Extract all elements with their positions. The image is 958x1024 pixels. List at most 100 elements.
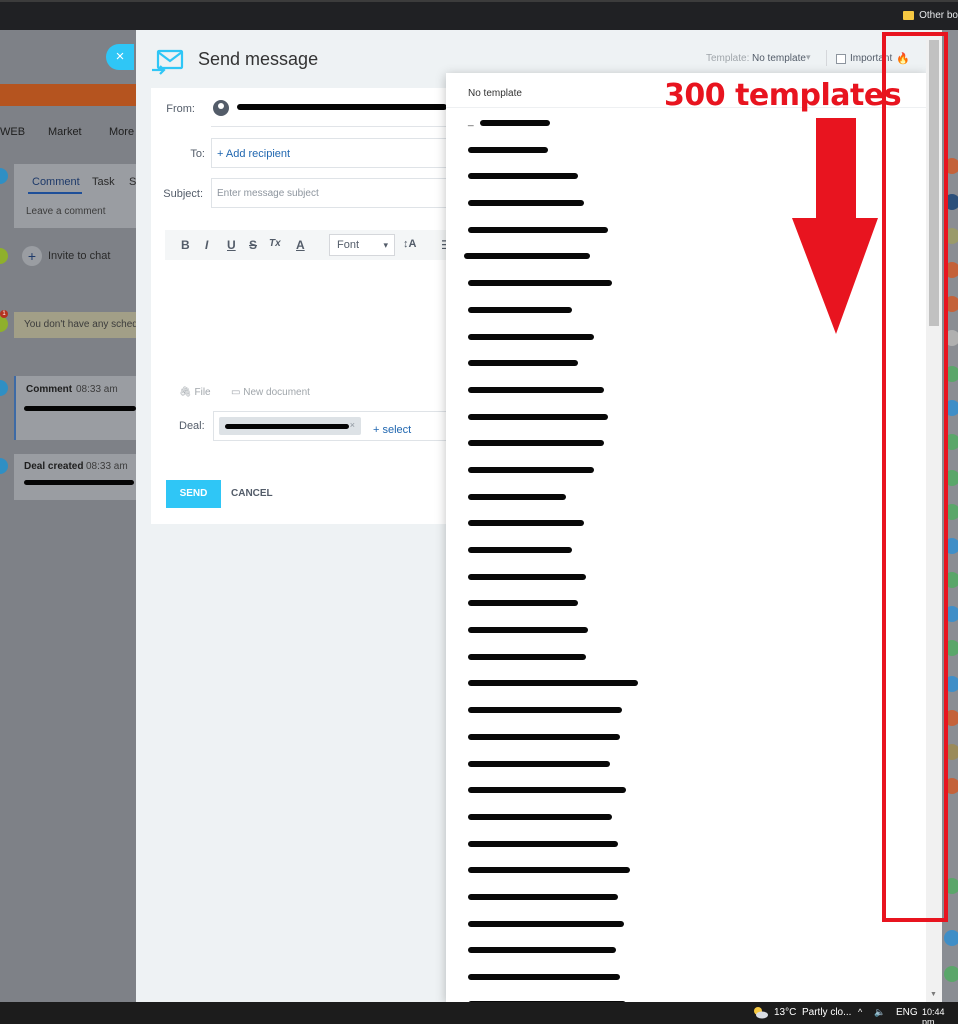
send-button[interactable]: SEND	[166, 480, 221, 508]
deal-label: Deal:	[179, 420, 205, 432]
redacted-template-name	[468, 333, 594, 340]
browser-divider	[0, 0, 958, 2]
template-option[interactable]	[446, 643, 926, 670]
redacted-template-name	[468, 306, 572, 313]
template-option[interactable]	[446, 509, 926, 536]
timeline-dot	[0, 248, 8, 264]
template-option[interactable]	[446, 963, 926, 990]
tab-task[interactable]: Task	[92, 176, 115, 188]
redacted-template-name	[464, 253, 590, 260]
nav-item-more[interactable]: More	[109, 126, 134, 138]
chevron-down-icon[interactable]: ▾	[806, 52, 811, 63]
redacted-template-name	[468, 627, 588, 634]
timeline-dot	[0, 168, 8, 184]
template-option[interactable]	[446, 429, 926, 456]
redacted-template-name	[468, 200, 584, 207]
template-option[interactable]	[446, 483, 926, 510]
remove-deal-icon[interactable]: ×	[350, 420, 355, 430]
redacted-sender[interactable]	[237, 104, 447, 110]
redacted-template-name	[468, 493, 566, 500]
send-mail-icon	[152, 49, 184, 75]
font-size-button[interactable]: ↕A	[403, 238, 416, 250]
strikethrough-button[interactable]: S	[249, 238, 257, 252]
underline-button[interactable]: U	[227, 238, 236, 252]
template-option[interactable]	[446, 776, 926, 803]
volume-icon[interactable]: 🔈	[874, 1007, 885, 1018]
template-option[interactable]	[446, 856, 926, 883]
template-option[interactable]	[446, 563, 926, 590]
avatar	[944, 930, 958, 946]
template-option-none[interactable]: No template	[468, 88, 522, 99]
template-option[interactable]	[446, 990, 926, 1002]
weather-text[interactable]: Partly clo...	[802, 1007, 851, 1018]
template-option[interactable]	[446, 803, 926, 830]
tray-chevron-icon[interactable]: ^	[858, 1007, 862, 1017]
comment-title: Comment	[26, 384, 73, 395]
template-option[interactable]	[446, 456, 926, 483]
new-document-label: New document	[243, 387, 310, 398]
deal-created-title: Deal created	[24, 461, 84, 472]
redacted-template-name	[468, 813, 612, 820]
template-option[interactable]	[446, 750, 926, 777]
important-checkbox[interactable]	[836, 53, 846, 64]
new-document-button[interactable]: ▭ New document	[231, 387, 310, 398]
background-tabs-card: Comment Task S Leave a comment	[14, 164, 136, 228]
leave-comment-input[interactable]: Leave a comment	[26, 206, 106, 217]
bookmark-other[interactable]: Other bo	[903, 6, 958, 24]
annotation-down-arrow-icon	[792, 118, 878, 334]
tab-comment[interactable]: Comment	[32, 176, 80, 188]
redacted-template-name	[468, 440, 604, 447]
template-option[interactable]	[446, 910, 926, 937]
template-option[interactable]	[446, 883, 926, 910]
bookmark-label: Other bo	[919, 9, 958, 21]
redacted-template-name	[468, 413, 608, 420]
template-option[interactable]	[446, 696, 926, 723]
nav-item-web[interactable]: WEB	[0, 126, 25, 138]
comment-time: 08:33 am	[76, 384, 118, 395]
timeline-dot	[0, 380, 8, 396]
nav-item-market[interactable]: Market	[48, 126, 82, 138]
redaction	[24, 480, 134, 485]
redacted-template-name	[468, 760, 610, 767]
redacted-template-name	[468, 974, 620, 980]
redacted-template-name	[468, 386, 604, 393]
select-deal-link[interactable]: + select	[373, 424, 411, 436]
redacted-template-name	[468, 146, 548, 153]
attach-file-button[interactable]: 🖇 File	[179, 387, 211, 398]
italic-button[interactable]: I	[205, 238, 208, 252]
redacted-template-name	[480, 120, 550, 126]
template-option[interactable]	[446, 723, 926, 750]
slider-title: Send message	[198, 49, 319, 69]
chevron-down-icon: ▾	[383, 240, 388, 250]
template-option[interactable]	[446, 616, 926, 643]
redacted-template-name	[468, 466, 594, 473]
background-left-panel: WEB Market More Comment Task S Leave a c…	[0, 30, 136, 1002]
close-slider-button[interactable]: ×	[106, 44, 134, 70]
font-select[interactable]: Font ▾	[329, 234, 395, 256]
template-option[interactable]	[446, 403, 926, 430]
clear-format-button[interactable]: Tx	[269, 238, 281, 249]
template-option[interactable]	[446, 376, 926, 403]
template-option[interactable]	[446, 589, 926, 616]
avatar	[944, 966, 958, 982]
invite-label: Invite to chat	[48, 250, 111, 262]
template-option[interactable]	[446, 669, 926, 696]
template-option[interactable]	[446, 349, 926, 376]
template-option[interactable]	[446, 536, 926, 563]
notification-badge: 1	[0, 310, 8, 318]
template-option[interactable]	[446, 936, 926, 963]
add-recipient-button[interactable]: + Add recipient	[217, 148, 290, 160]
font-color-button[interactable]: A	[296, 238, 305, 252]
redacted-template-name	[468, 547, 572, 553]
background-nav: WEB Market More	[0, 126, 136, 148]
invite-to-chat[interactable]: + Invite to chat	[22, 246, 110, 266]
scroll-down-icon[interactable]: ▼	[930, 991, 937, 998]
cancel-button[interactable]: CANCEL	[231, 488, 273, 499]
bold-button[interactable]: B	[181, 238, 190, 252]
template-selector[interactable]: No template	[752, 53, 806, 64]
timeline-dot	[0, 316, 8, 332]
template-option[interactable]	[446, 830, 926, 857]
clock-time[interactable]: 10:44 pm	[922, 1007, 958, 1024]
language-indicator[interactable]: ENG	[896, 1007, 918, 1018]
from-label: From:	[166, 103, 195, 115]
